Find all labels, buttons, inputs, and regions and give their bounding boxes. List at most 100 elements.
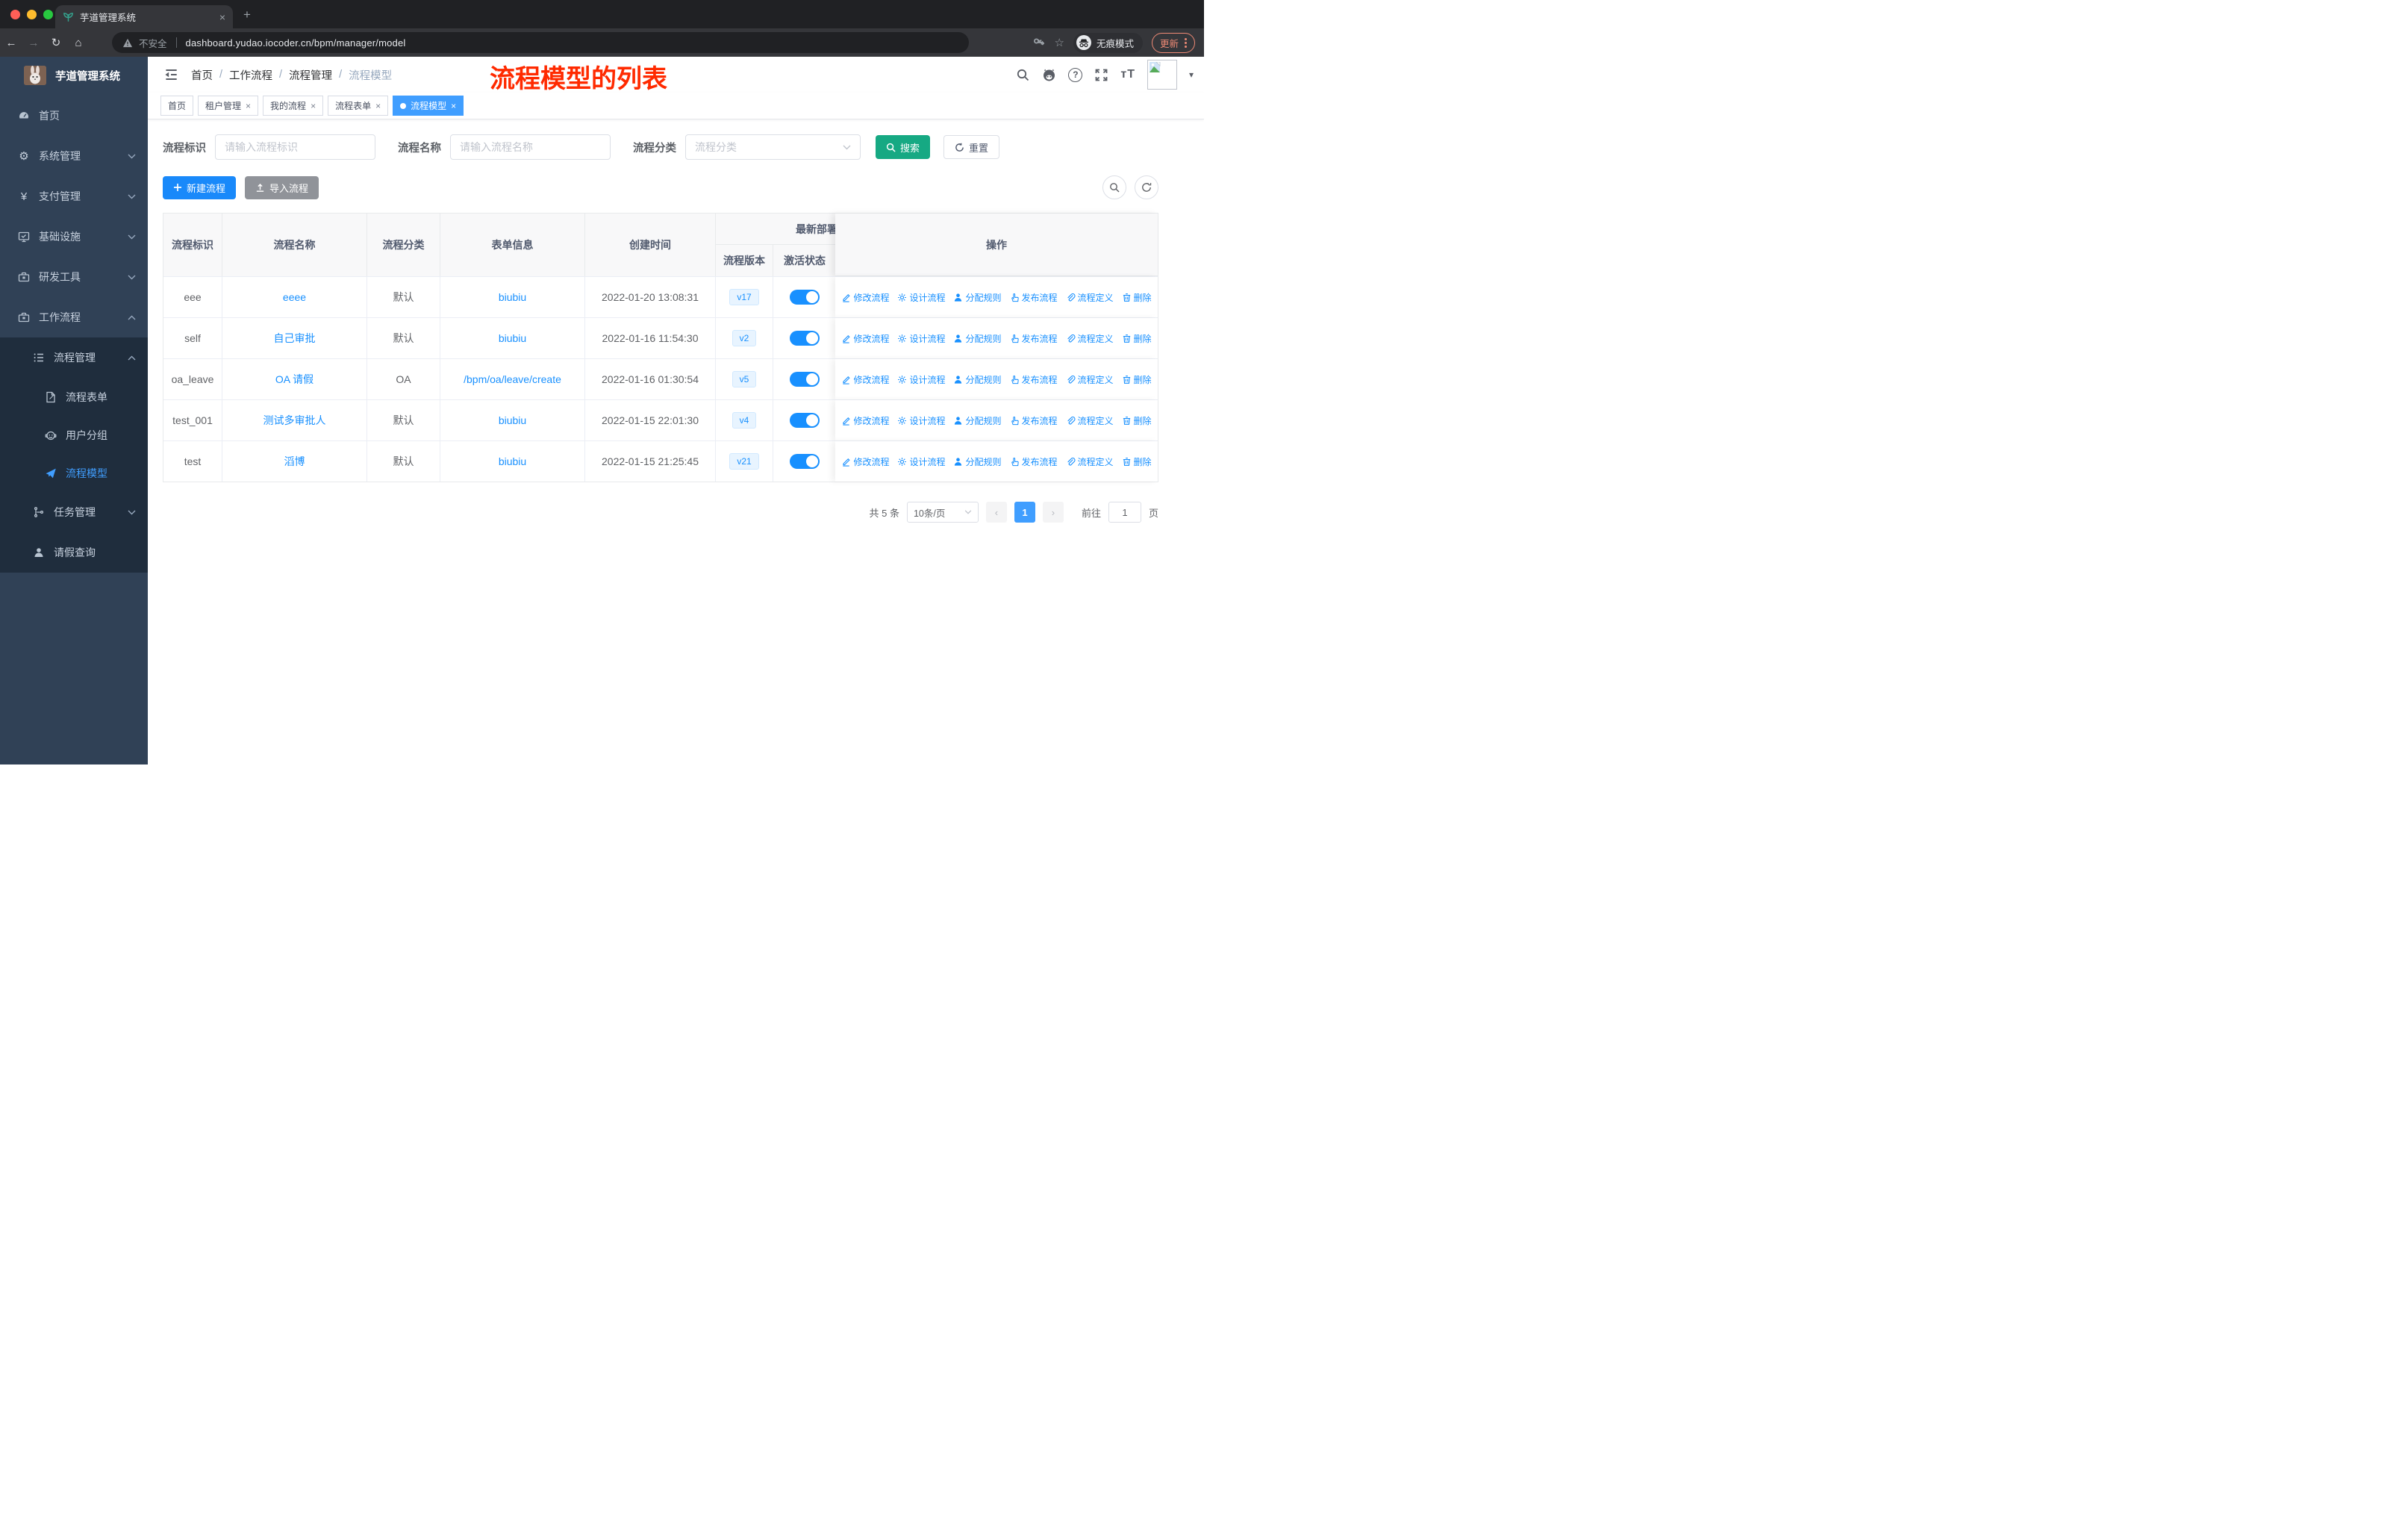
delete-link[interactable]: 删除 bbox=[1122, 373, 1152, 386]
close-icon[interactable] bbox=[375, 101, 381, 111]
publish-process-link[interactable]: 发布流程 bbox=[1010, 373, 1058, 386]
form-info-link[interactable]: biubiu bbox=[440, 441, 585, 482]
sidebar-item-task-mgmt[interactable]: 任务管理 bbox=[0, 492, 148, 532]
back-button[interactable]: ← bbox=[0, 37, 22, 49]
delete-link[interactable]: 删除 bbox=[1122, 414, 1152, 427]
publish-process-link[interactable]: 发布流程 bbox=[1010, 332, 1058, 345]
tag-process-form[interactable]: 流程表单 bbox=[328, 96, 389, 116]
avatar-caret-icon[interactable] bbox=[1189, 68, 1194, 81]
next-page-button[interactable]: › bbox=[1042, 502, 1064, 523]
form-info-link[interactable]: biubiu bbox=[440, 400, 585, 440]
publish-process-link[interactable]: 发布流程 bbox=[1010, 291, 1058, 304]
home-button[interactable]: ⌂ bbox=[67, 37, 90, 49]
modify-process-link[interactable]: 修改流程 bbox=[841, 455, 889, 468]
close-icon[interactable] bbox=[246, 101, 251, 111]
close-icon[interactable] bbox=[451, 101, 456, 111]
forward-button[interactable]: → bbox=[22, 37, 45, 49]
search-icon[interactable] bbox=[1016, 68, 1030, 82]
assign-rule-link[interactable]: 分配规则 bbox=[953, 455, 1002, 468]
show-search-button[interactable] bbox=[1102, 175, 1126, 199]
publish-process-link[interactable]: 发布流程 bbox=[1010, 455, 1058, 468]
minimize-window-button[interactable] bbox=[27, 10, 37, 19]
form-info-link[interactable]: biubiu bbox=[440, 318, 585, 358]
version-badge[interactable]: v2 bbox=[732, 330, 757, 346]
breadcrumb-workflow[interactable]: 工作流程 bbox=[229, 67, 272, 83]
url-bar[interactable]: 不安全 dashboard.yudao.iocoder.cn/bpm/manag… bbox=[112, 32, 969, 53]
active-toggle[interactable] bbox=[790, 454, 820, 469]
process-key-input[interactable] bbox=[215, 134, 375, 160]
process-name-link[interactable]: OA 请假 bbox=[222, 359, 367, 399]
delete-link[interactable]: 删除 bbox=[1122, 291, 1152, 304]
delete-link[interactable]: 删除 bbox=[1122, 332, 1152, 345]
refresh-table-button[interactable] bbox=[1135, 175, 1158, 199]
reset-button[interactable]: 重置 bbox=[943, 135, 1000, 159]
active-toggle[interactable] bbox=[790, 372, 820, 387]
help-icon[interactable] bbox=[1068, 67, 1083, 82]
goto-page-input[interactable] bbox=[1108, 502, 1141, 523]
sidebar-item-user-group[interactable]: 用户分组 bbox=[0, 416, 148, 454]
modify-process-link[interactable]: 修改流程 bbox=[841, 332, 889, 345]
github-icon[interactable] bbox=[1042, 68, 1056, 82]
tab-close-icon[interactable] bbox=[219, 11, 225, 23]
design-process-link[interactable]: 设计流程 bbox=[897, 373, 945, 386]
sidebar-item-devtools[interactable]: 研发工具 bbox=[0, 257, 148, 297]
search-button[interactable]: 搜索 bbox=[876, 135, 931, 159]
avatar[interactable] bbox=[1147, 60, 1177, 90]
sidebar-logo[interactable]: 芋道管理系统 bbox=[0, 57, 148, 94]
sidebar-fold-icon[interactable] bbox=[163, 66, 179, 83]
assign-rule-link[interactable]: 分配规则 bbox=[953, 414, 1002, 427]
process-definition-link[interactable]: 流程定义 bbox=[1066, 373, 1114, 386]
modify-process-link[interactable]: 修改流程 bbox=[841, 373, 889, 386]
bookmark-star-icon[interactable] bbox=[1055, 36, 1064, 50]
sidebar-item-system[interactable]: ⚙ 系统管理 bbox=[0, 136, 148, 176]
active-toggle[interactable] bbox=[790, 331, 820, 346]
prev-page-button[interactable]: ‹ bbox=[985, 502, 1007, 523]
sidebar-item-home[interactable]: 首页 bbox=[0, 96, 148, 136]
form-info-link[interactable]: biubiu bbox=[440, 277, 585, 317]
sidebar-item-process-form[interactable]: 流程表单 bbox=[0, 378, 148, 416]
page-size-select[interactable]: 10条/页 bbox=[906, 502, 979, 523]
sidebar-item-process-mgmt[interactable]: 流程管理 bbox=[0, 337, 148, 378]
fullscreen-icon[interactable] bbox=[1094, 68, 1108, 82]
publish-process-link[interactable]: 发布流程 bbox=[1010, 414, 1058, 427]
reload-button[interactable]: ↻ bbox=[45, 36, 67, 49]
assign-rule-link[interactable]: 分配规则 bbox=[953, 373, 1002, 386]
category-select[interactable]: 流程分类 bbox=[685, 134, 861, 160]
process-definition-link[interactable]: 流程定义 bbox=[1066, 414, 1114, 427]
version-badge[interactable]: v5 bbox=[732, 371, 757, 387]
update-button[interactable]: 更新 bbox=[1151, 32, 1195, 53]
sidebar-item-workflow[interactable]: 工作流程 bbox=[0, 297, 148, 337]
tag-my-process[interactable]: 我的流程 bbox=[263, 96, 324, 116]
process-definition-link[interactable]: 流程定义 bbox=[1066, 455, 1114, 468]
macos-traffic-lights[interactable] bbox=[10, 10, 53, 19]
version-badge[interactable]: v4 bbox=[732, 412, 757, 429]
breadcrumb-home[interactable]: 首页 bbox=[191, 67, 213, 83]
form-info-link[interactable]: /bpm/oa/leave/create bbox=[440, 359, 585, 399]
browser-menu-icon[interactable] bbox=[1185, 37, 1187, 48]
create-process-button[interactable]: 新建流程 bbox=[163, 175, 237, 199]
process-name-link[interactable]: 滔博 bbox=[222, 441, 367, 482]
process-definition-link[interactable]: 流程定义 bbox=[1066, 291, 1114, 304]
font-size-icon[interactable] bbox=[1120, 68, 1135, 81]
browser-tab[interactable]: 芋道管理系统 bbox=[55, 5, 233, 28]
version-badge[interactable]: v21 bbox=[729, 453, 759, 470]
design-process-link[interactable]: 设计流程 bbox=[897, 455, 945, 468]
maximize-window-button[interactable] bbox=[43, 10, 53, 19]
delete-link[interactable]: 删除 bbox=[1122, 455, 1152, 468]
breadcrumb-process-mgmt[interactable]: 流程管理 bbox=[289, 67, 332, 83]
current-page[interactable]: 1 bbox=[1014, 502, 1035, 523]
active-toggle[interactable] bbox=[790, 290, 820, 305]
process-name-input[interactable] bbox=[450, 134, 611, 160]
modify-process-link[interactable]: 修改流程 bbox=[841, 291, 889, 304]
close-icon[interactable] bbox=[311, 101, 316, 111]
tag-home[interactable]: 首页 bbox=[160, 96, 194, 116]
design-process-link[interactable]: 设计流程 bbox=[897, 414, 945, 427]
tag-tenant[interactable]: 租户管理 bbox=[198, 96, 259, 116]
new-tab-button[interactable] bbox=[243, 7, 251, 22]
close-window-button[interactable] bbox=[10, 10, 20, 19]
tag-process-model[interactable]: 流程模型 bbox=[393, 96, 464, 116]
design-process-link[interactable]: 设计流程 bbox=[897, 291, 945, 304]
modify-process-link[interactable]: 修改流程 bbox=[841, 414, 889, 427]
process-name-link[interactable]: 测试多审批人 bbox=[222, 400, 367, 440]
assign-rule-link[interactable]: 分配规则 bbox=[953, 291, 1002, 304]
